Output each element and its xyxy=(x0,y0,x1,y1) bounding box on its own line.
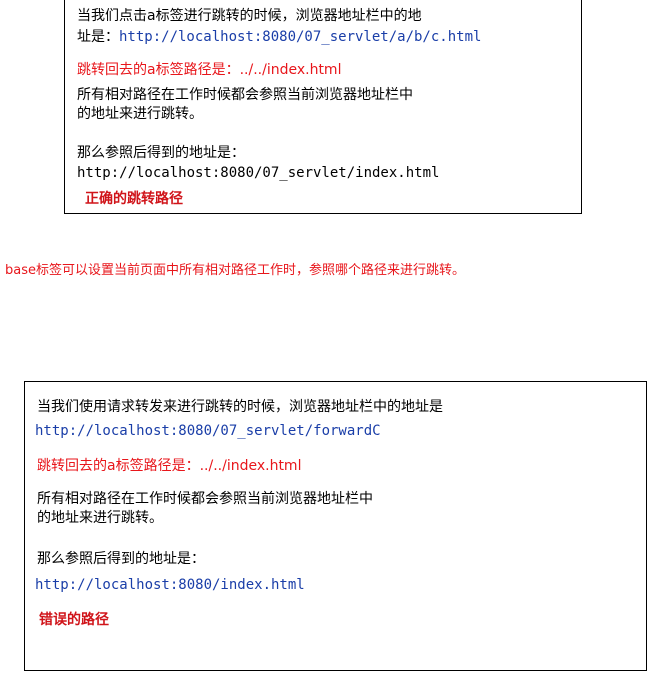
box1-line4: 所有相对路径在工作时候都会参照当前浏览器地址栏中 xyxy=(77,87,413,103)
box1-href-path: 跳转回去的a标签路径是：../../index.html xyxy=(77,62,342,78)
box1-browser-url: http://localhost:8080/07_servlet/a/b/c.h… xyxy=(119,29,482,45)
box2-verdict: 错误的路径 xyxy=(39,612,109,628)
box1-resolved-url: http://localhost:8080/07_servlet/index.h… xyxy=(77,165,440,181)
box1-line5: 的地址来进行跳转。 xyxy=(77,106,203,122)
box1-line1: 当我们点击a标签进行跳转的时候，浏览器地址栏中的地 xyxy=(77,8,422,24)
base-tag-note: base标签可以设置当前页面中所有相对路径工作时，参照哪个路径来进行跳转。 xyxy=(5,263,465,278)
box2-line1: 当我们使用请求转发来进行跳转的时候，浏览器地址栏中的地址是 xyxy=(37,399,443,415)
box2-line4: 所有相对路径在工作时候都会参照当前浏览器地址栏中 xyxy=(37,491,373,507)
box2-resolved-url: http://localhost:8080/index.html xyxy=(35,577,305,593)
box1-line2-prefix: 址是： xyxy=(77,29,119,45)
correct-path-example-box: 当我们点击a标签进行跳转的时候，浏览器地址栏中的地 址是：http://loca… xyxy=(64,0,582,214)
box2-line5: 的地址来进行跳转。 xyxy=(37,510,163,526)
box2-line6: 那么参照后得到的地址是： xyxy=(37,551,205,567)
box2-browser-url: http://localhost:8080/07_servlet/forward… xyxy=(35,423,381,439)
wrong-path-example-box: 当我们使用请求转发来进行跳转的时候，浏览器地址栏中的地址是 http://loc… xyxy=(24,381,647,671)
box1-line2: 址是：http://localhost:8080/07_servlet/a/b/… xyxy=(77,28,481,46)
box1-line6: 那么参照后得到的地址是： xyxy=(77,145,245,161)
box2-href-path: 跳转回去的a标签路径是：../../index.html xyxy=(37,458,302,474)
box1-verdict: 正确的跳转路径 xyxy=(85,191,183,207)
